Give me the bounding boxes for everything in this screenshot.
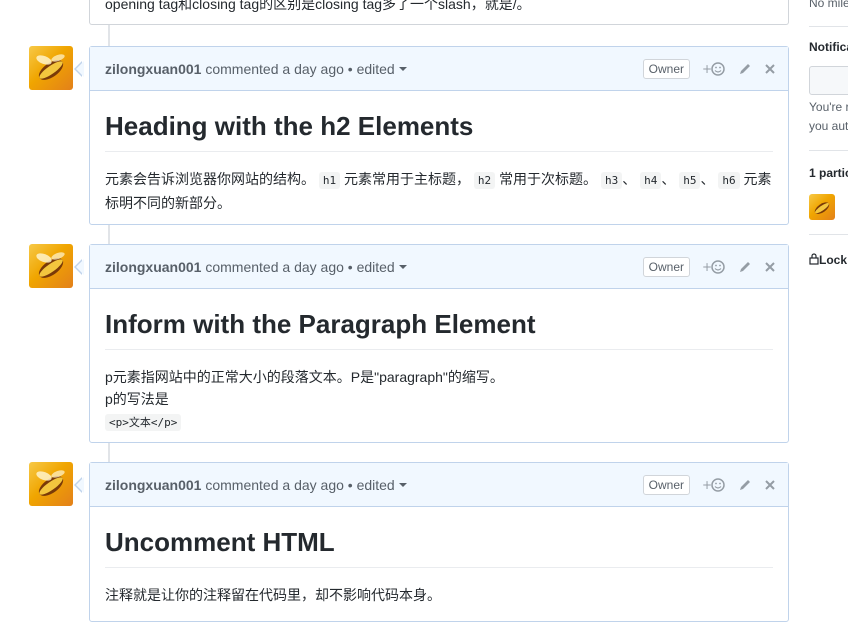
smiley-icon: + [702, 260, 725, 274]
comment-paragraph: <p>文本</p> [105, 410, 773, 434]
bee-avatar-icon [36, 54, 65, 80]
previous-comment-body: opening tag和closing tag的区别是closing tag多了… [89, 0, 789, 25]
text-segment: 、 [700, 170, 715, 187]
lock-label: Lock [819, 253, 848, 267]
comment-header: zilongxuan001 commented a day ago • edit… [90, 245, 788, 289]
subscribe-reason-line-2: you aut [809, 119, 848, 133]
comment-heading: Heading with the h2 Elements [105, 110, 773, 152]
comment-body: Inform with the Paragraph Element p元素指网站… [90, 289, 788, 449]
bee-avatar-icon [36, 470, 65, 496]
comment-heading: Uncomment HTML [105, 526, 773, 568]
edit-button[interactable] [738, 257, 752, 277]
comment-heading: Inform with the Paragraph Element [105, 308, 773, 350]
pencil-icon [740, 261, 750, 272]
svg-text:+: + [702, 62, 712, 76]
owner-badge: Owner [642, 256, 690, 277]
close-icon [765, 261, 775, 272]
edited-dropdown[interactable]: edited [357, 259, 407, 275]
inline-code: h3 [600, 171, 623, 189]
delete-button[interactable] [764, 475, 776, 495]
comment-timestamp[interactable]: commented a day ago [205, 61, 344, 77]
inline-code: h4 [640, 171, 662, 189]
owner-badge: Owner [642, 474, 690, 495]
text-segment: 、 [661, 170, 676, 187]
comment: zilongxuan001 commented a day ago • edit… [74, 46, 789, 225]
comment-header: zilongxuan001 commented a day ago • edit… [90, 47, 788, 91]
edited-label: edited [356, 476, 395, 493]
comment-author[interactable]: zilongxuan001 [105, 477, 201, 493]
notifications-label: Notifica [809, 40, 848, 54]
comment-paragraph: 注释就是让你的注释留在代码里，却不影响代码本身。 [105, 586, 441, 603]
svg-text:+: + [702, 478, 712, 492]
avatar[interactable] [29, 46, 73, 90]
comment-paragraph: p的写法是 [105, 390, 169, 407]
subscribe-button[interactable] [809, 66, 848, 95]
comment-timestamp[interactable]: commented a day ago [205, 477, 344, 493]
comment-paragraph: p元素指网站中的正常大小的段落文本。P是"paragraph"的缩写。 [105, 368, 504, 385]
edited-dropdown[interactable]: edited [357, 61, 407, 77]
text-segment: 常用于次标题。 [499, 170, 598, 187]
close-icon [765, 479, 775, 490]
comment-body: Uncomment HTML 注释就是让你的注释留在代码里，却不影响代码本身。 [90, 507, 788, 621]
bee-avatar-icon [814, 202, 830, 215]
add-reaction-button[interactable]: + [702, 475, 726, 495]
comment-body: Heading with the h2 Elements 元素会告诉浏览器你网站… [90, 91, 788, 229]
pencil-icon [740, 63, 750, 74]
sidebar: No mile Notifica You're r you aut 1 part… [809, 0, 848, 597]
previous-comment-text: opening tag和closing tag的区别是closing tag多了… [105, 0, 531, 12]
inline-code: h5 [679, 171, 701, 189]
owner-badge: Owner [642, 58, 690, 79]
edited-label: edited [356, 60, 395, 77]
delete-button[interactable] [764, 59, 776, 79]
comment: zilongxuan001 commented a day ago • edit… [74, 462, 789, 622]
comment: zilongxuan001 commented a day ago • edit… [74, 244, 789, 443]
close-icon [765, 63, 775, 74]
pencil-icon [740, 479, 750, 490]
participant-avatar[interactable] [809, 194, 835, 220]
divider [809, 150, 848, 151]
avatar[interactable] [29, 244, 73, 288]
inline-code: h1 [318, 171, 341, 189]
lock-conversation-link[interactable]: Lock [809, 253, 847, 267]
text-segment: 元素常用于主标题， [344, 170, 471, 187]
edited-label: edited [356, 258, 395, 275]
comment-paragraph: 元素会告诉浏览器你网站的结构。 h1 元素常用于主标题， h2 常用于次标题。 … [105, 168, 773, 214]
svg-text:+: + [702, 260, 712, 274]
divider [809, 26, 848, 27]
text-segment: 元素会告诉浏览器你网站的结构。 [105, 170, 315, 187]
comment-timestamp[interactable]: commented a day ago [205, 259, 344, 275]
inline-code: h2 [473, 171, 496, 189]
caret-down-icon [398, 482, 407, 487]
inline-code: <p>文本</p> [105, 413, 182, 431]
add-reaction-button[interactable]: + [702, 59, 726, 79]
subscribe-reason-line-1: You're r [809, 100, 848, 114]
smiley-icon: + [702, 62, 725, 76]
caret-down-icon [398, 66, 407, 71]
edited-dropdown[interactable]: edited [357, 477, 407, 493]
participants-label: 1 partic [809, 166, 848, 180]
comment-author[interactable]: zilongxuan001 [105, 61, 201, 77]
avatar[interactable] [29, 462, 73, 506]
comment-header: zilongxuan001 commented a day ago • edit… [90, 463, 788, 507]
bee-avatar-icon [36, 252, 65, 278]
edit-button[interactable] [738, 475, 752, 495]
delete-button[interactable] [764, 257, 776, 277]
caret-down-icon [398, 264, 407, 269]
lock-icon [809, 253, 819, 265]
text-segment: 、 [622, 170, 637, 187]
milestone-text: No mile [809, 0, 848, 10]
edit-button[interactable] [738, 59, 752, 79]
add-reaction-button[interactable]: + [702, 257, 726, 277]
comment-author[interactable]: zilongxuan001 [105, 259, 201, 275]
inline-code: h6 [718, 171, 740, 189]
smiley-icon: + [702, 478, 725, 492]
divider [809, 234, 848, 235]
